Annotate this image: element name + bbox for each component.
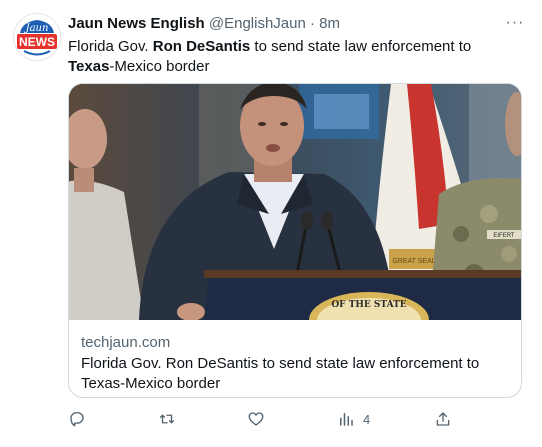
views-count: 4: [363, 411, 371, 427]
podium-seal-text: OF THE STATE: [331, 300, 406, 310]
timestamp[interactable]: 8m: [319, 15, 340, 32]
tweet-header: Jaun News English @EnglishJaun · 8m: [68, 15, 340, 32]
text-part: -Mexico border: [109, 58, 210, 75]
like-icon: [248, 412, 264, 426]
share-icon: [436, 412, 450, 426]
card-image[interactable]: GREAT SEAL EIFERT OF THE STATE: [69, 84, 521, 320]
text-part: to send state law enforcement to: [250, 38, 472, 55]
link-card[interactable]: GREAT SEAL EIFERT OF THE STATE techjaun.…: [68, 83, 522, 398]
news-photo: GREAT SEAL EIFERT OF THE STATE: [69, 84, 521, 320]
logo-top-text: Jaun: [24, 23, 49, 34]
reply-icon: [70, 411, 84, 427]
reply-button[interactable]: [68, 408, 94, 430]
card-domain[interactable]: techjaun.com: [81, 334, 170, 351]
action-bar: 4: [68, 408, 522, 430]
like-button[interactable]: [247, 408, 273, 430]
text-bold: Ron DeSantis: [152, 38, 251, 55]
author-handle[interactable]: @EnglishJaun: [209, 15, 306, 32]
card-title[interactable]: Florida Gov. Ron DeSantis to send state …: [81, 354, 511, 394]
avatar[interactable]: Jaun NEWS: [13, 13, 61, 61]
share-button[interactable]: [434, 408, 460, 430]
logo-bottom-text: NEWS: [19, 35, 55, 49]
views-icon: [340, 413, 353, 426]
more-options-icon[interactable]: ···: [504, 13, 526, 33]
tweet-text: Florida Gov. Ron DeSantis to send state …: [68, 37, 508, 77]
views-button[interactable]: 4: [337, 408, 370, 430]
text-part: Florida Gov.: [68, 38, 153, 55]
repost-icon: [159, 414, 175, 424]
author-name[interactable]: Jaun News English: [68, 15, 205, 32]
jaun-news-logo: Jaun NEWS: [15, 15, 59, 59]
separator-dot: ·: [310, 15, 315, 32]
uniform-tag-text: EIFERT: [493, 233, 515, 239]
flag-text: GREAT SEAL: [392, 258, 435, 265]
repost-button[interactable]: [158, 408, 184, 430]
tweet[interactable]: Jaun NEWS Jaun News English @EnglishJaun…: [0, 0, 542, 447]
text-bold: Texas: [68, 58, 110, 75]
